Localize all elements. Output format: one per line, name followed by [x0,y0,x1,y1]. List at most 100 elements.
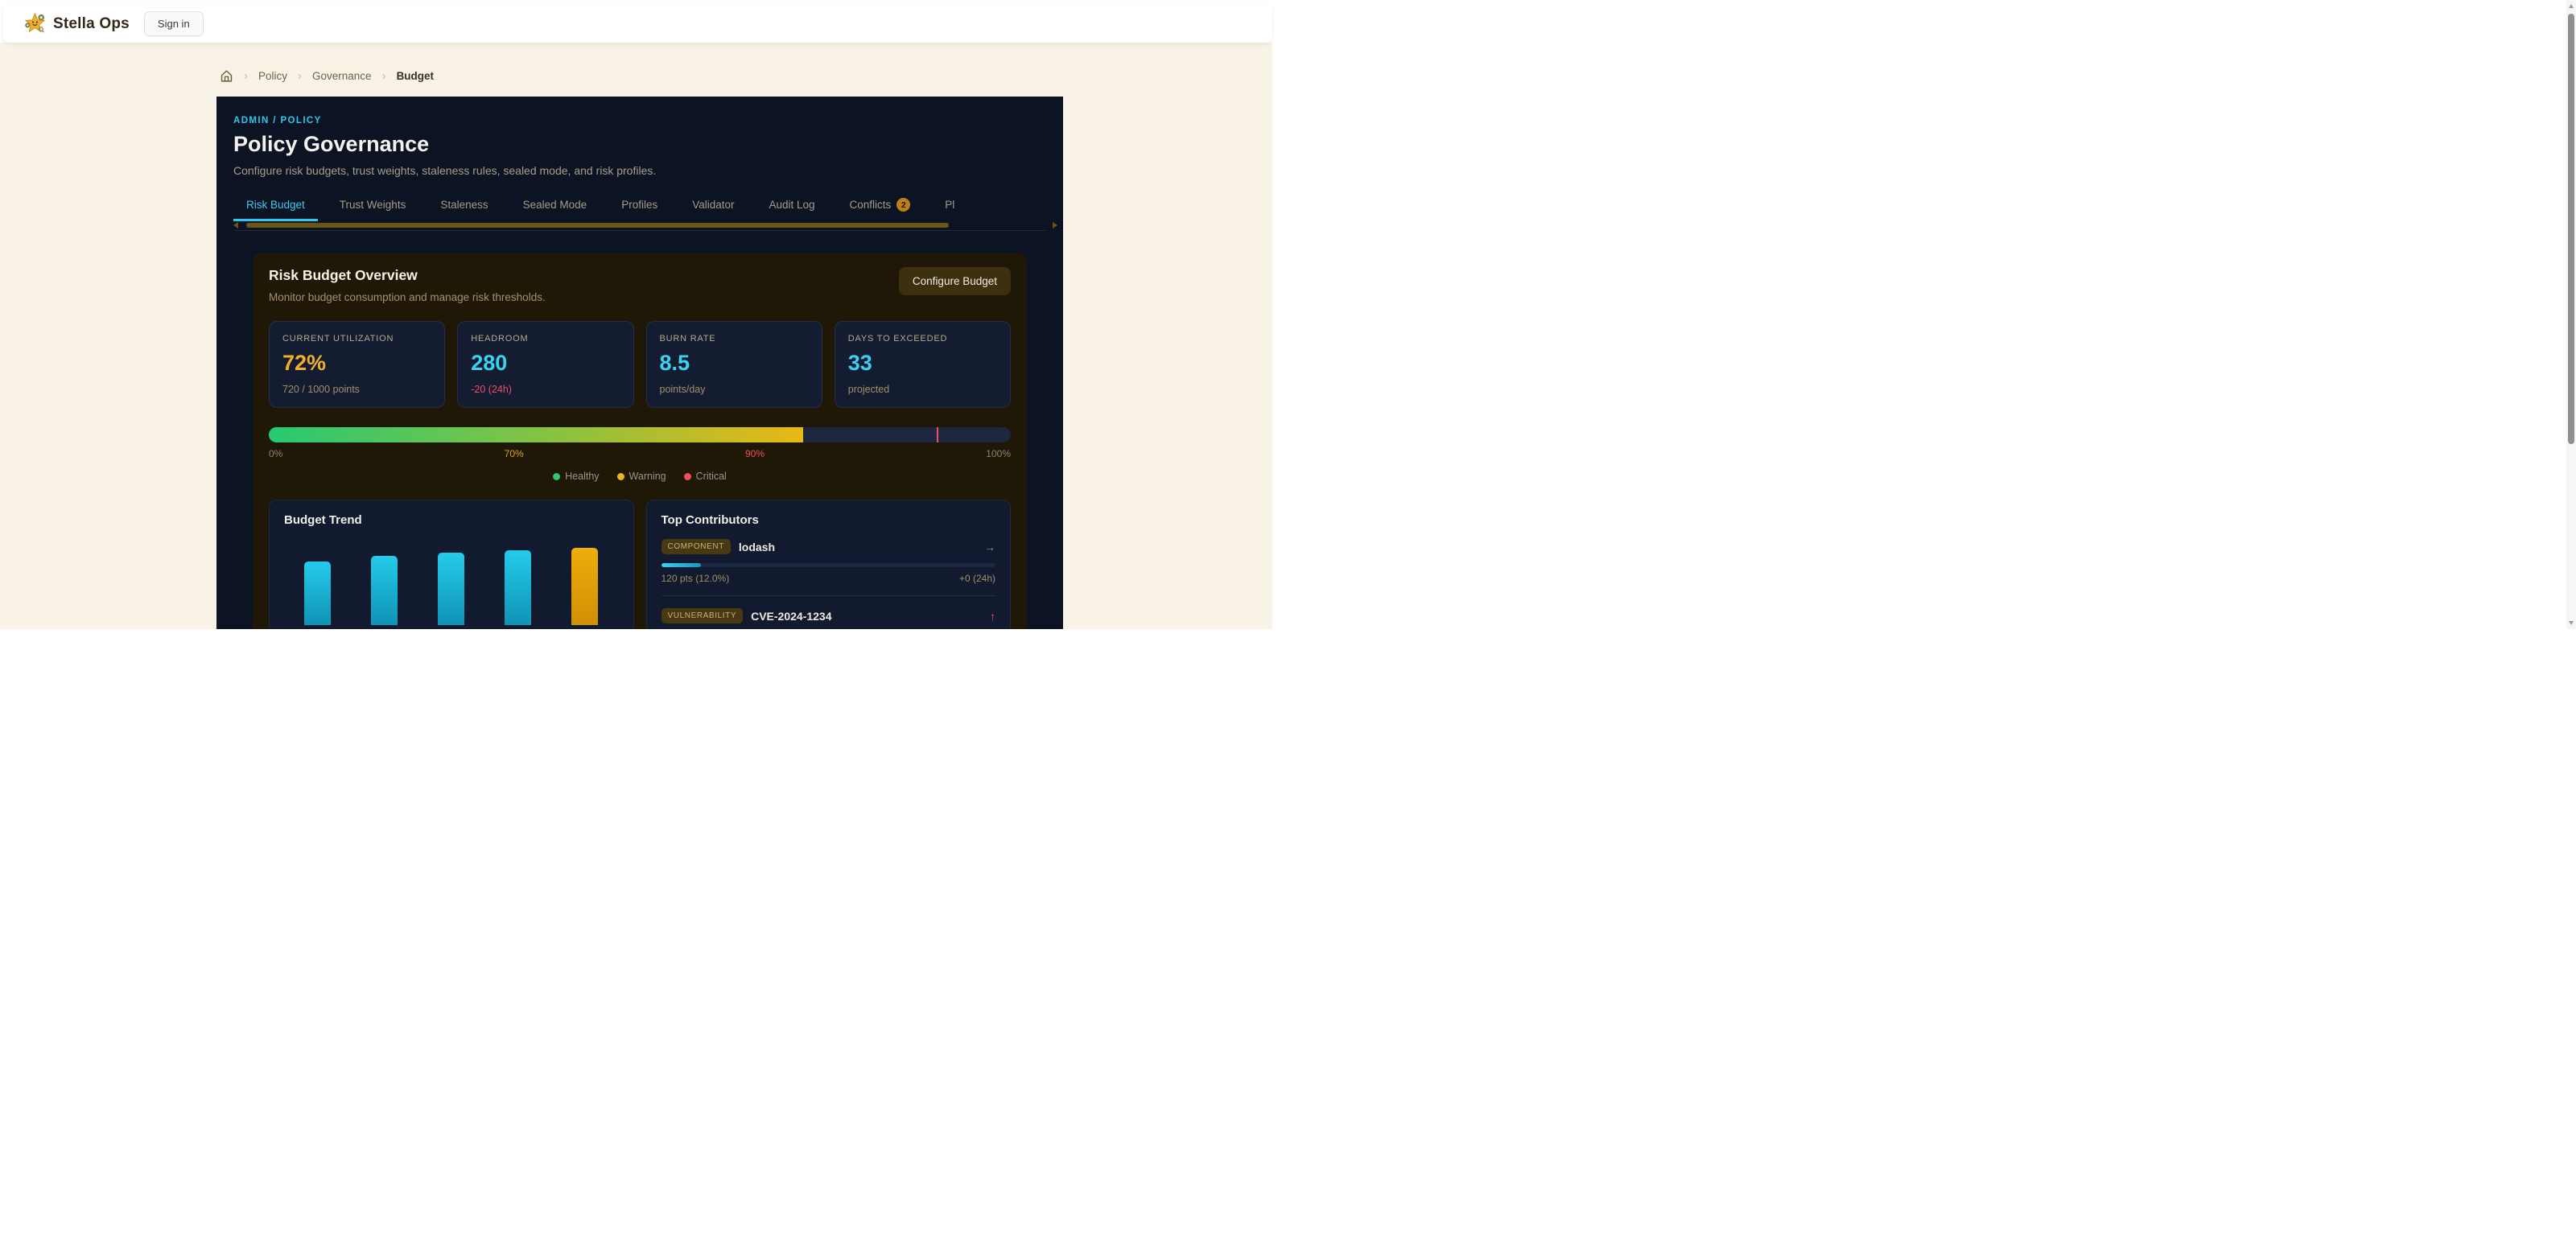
trend-bar-12-1 [304,562,331,625]
utilization-track [269,427,1011,442]
stat-value: 72% [282,351,431,376]
breadcrumb-separator-icon: › [382,69,386,83]
tab-bar: Risk Budget Trust Weights Staleness Sealed … [233,190,1046,221]
breadcrumb: › Policy › Governance › Budget [220,69,1272,83]
tab-label: Sealed Mode [523,199,587,211]
warning-dot-icon [617,473,624,480]
tab-label: Profiles [621,199,657,211]
scale-label-90%: 90% [745,448,765,459]
stat-label: BURN RATE [660,334,809,344]
stat-value: 8.5 [660,351,809,376]
contributor-sub-row: 120 pts (12.0%) +0 (24h) [662,573,996,584]
legend-label: Healthy [565,471,599,482]
tabs-divider [233,230,1046,231]
budget-trend-title: Budget Trend [284,513,619,527]
legend-item-critical: Critical [684,471,727,482]
tab-label: Audit Log [769,199,814,211]
stat-card-headroom: HEADROOM280-20 (24h) [457,321,633,408]
tab-audit-log[interactable]: Audit Log [756,190,827,221]
tab-staleness[interactable]: Staleness [427,190,501,221]
overview-title: Risk Budget Overview [269,267,546,284]
trend-bar-12-22 [505,550,531,625]
brand[interactable]: Stella Ops [24,13,130,35]
breadcrumb-item-governance[interactable]: Governance [312,70,372,82]
tab-pl[interactable]: Pl [932,190,967,221]
breadcrumb-separator-icon: › [244,69,248,83]
tabs-scroll-track[interactable] [241,223,1049,228]
budget-trend-chart [284,548,619,625]
breadcrumb-item-budget: Budget [397,70,435,82]
contributor-row-lodash[interactable]: COMPONENTlodash→ 120 pts (12.0%) +0 (24h) [662,539,996,584]
tab-label: Validator [692,199,734,211]
stat-sub-text: 720 / 1000 points [282,384,431,395]
policy-governance-panel: ADMIN / POLICY Policy Governance Configu… [216,97,1063,629]
contributor-divider [662,595,996,596]
page-scrollbar[interactable] [2566,0,2576,629]
critical-threshold-marker [937,427,938,442]
scale-label-70%: 70% [505,448,524,459]
tab-label: Pl [945,199,954,211]
contributor-type-badge: VULNERABILITY [662,608,744,623]
tabs-scroll-left-arrow[interactable] [233,222,238,228]
utilization-bar-section: 0% 70% 90% 100% Healthy Warning Critical [269,427,1011,482]
home-icon[interactable] [220,69,233,83]
page-title: Policy Governance [233,132,1046,157]
contributor-bar-track [662,563,996,567]
tab-conflicts[interactable]: Conflicts2 [837,190,924,221]
contributor-name: CVE-2024-1234 [751,610,831,623]
page-subtitle: Configure risk budgets, trust weights, s… [233,164,1046,177]
scrollbar-thumb[interactable] [2568,14,2574,444]
tab-trust-weights[interactable]: Trust Weights [327,190,419,221]
critical-dot-icon [684,473,691,480]
scrollbar-up-arrow[interactable] [2569,4,2574,8]
healthy-dot-icon [553,473,560,480]
contributor-head: COMPONENTlodash→ [662,539,996,554]
budget-trend-card: Budget Trend 12/112/812/1512/2212/29 [269,500,634,629]
stella-ops-logo-icon [24,13,46,35]
scale-label-100%: 100% [986,448,1011,459]
legend-item-healthy: Healthy [553,471,599,482]
tab-risk-budget[interactable]: Risk Budget [233,190,318,221]
stat-value: 33 [848,351,997,376]
sign-in-button[interactable]: Sign in [144,11,204,36]
top-contributors-title: Top Contributors [662,513,996,527]
tabs-scroll-right-arrow[interactable] [1053,222,1057,228]
stat-cards: CURRENT UTILIZATION 72% 720 / 1000 points H… [269,321,1011,408]
contributor-delta: +0 (24h) [959,573,995,584]
tab-validator[interactable]: Validator [679,190,747,221]
tab-profiles[interactable]: Profiles [608,190,670,221]
legend-label: Warning [629,471,666,482]
utilization-scale-labels: 0% 70% 90% 100% [269,448,1011,459]
contributor-name: lodash [739,541,775,553]
utilization-fill [269,427,803,442]
app-header: Stella Ops Sign in [3,5,1272,43]
trend-bar-12-29 [571,548,598,625]
scale-label-0%: 0% [269,448,282,459]
stat-card-burn-rate: BURN RATE 8.5 points/day [646,321,822,408]
stat-label: HEADROOM [471,334,620,344]
tabs-scroll-thumb[interactable] [246,223,949,228]
stat-sub-text: points/day [660,384,809,395]
breadcrumb-separator-icon: › [298,69,302,83]
tab-sealed-mode[interactable]: Sealed Mode [510,190,600,221]
overview-subtitle: Monitor budget consumption and manage ri… [269,291,546,303]
tab-label: Risk Budget [246,199,305,211]
tabs-scrollbar[interactable] [233,222,1057,228]
contributor-points: 120 pts (12.0%) [662,573,730,584]
contributor-bar-fill [662,563,702,567]
stat-card-current-utilization: CURRENT UTILIZATION 72% 720 / 1000 points [269,321,445,408]
scrollbar-down-arrow[interactable] [2569,621,2574,625]
stat-sub-text: projected [848,384,997,395]
page-background: › Policy › Governance › Budget ADMIN / POLICY… [0,43,1272,629]
risk-budget-overview-card: Risk Budget Overview Monitor budget cons… [253,253,1027,629]
stat-card-days-to-exceeded: DAYS TO EXCEEDED 33 projected [835,321,1011,408]
trend-up-icon: ↑ [990,610,995,623]
contributor-row-cve-2024-1234[interactable]: VULNERABILITYCVE-2024-1234↑95 pts (9.5%)… [662,608,996,629]
breadcrumb-item-policy[interactable]: Policy [258,70,287,82]
contributor-head: VULNERABILITY CVE-2024-1234 ↑ [662,608,996,623]
stat-label: DAYS TO EXCEEDED [848,334,997,344]
configure-budget-button[interactable]: Configure Budget [899,267,1011,295]
trend-bar-12-15 [438,553,464,625]
stat-label: CURRENT UTILIZATION [282,334,431,344]
brand-name: Stella Ops [53,15,130,33]
